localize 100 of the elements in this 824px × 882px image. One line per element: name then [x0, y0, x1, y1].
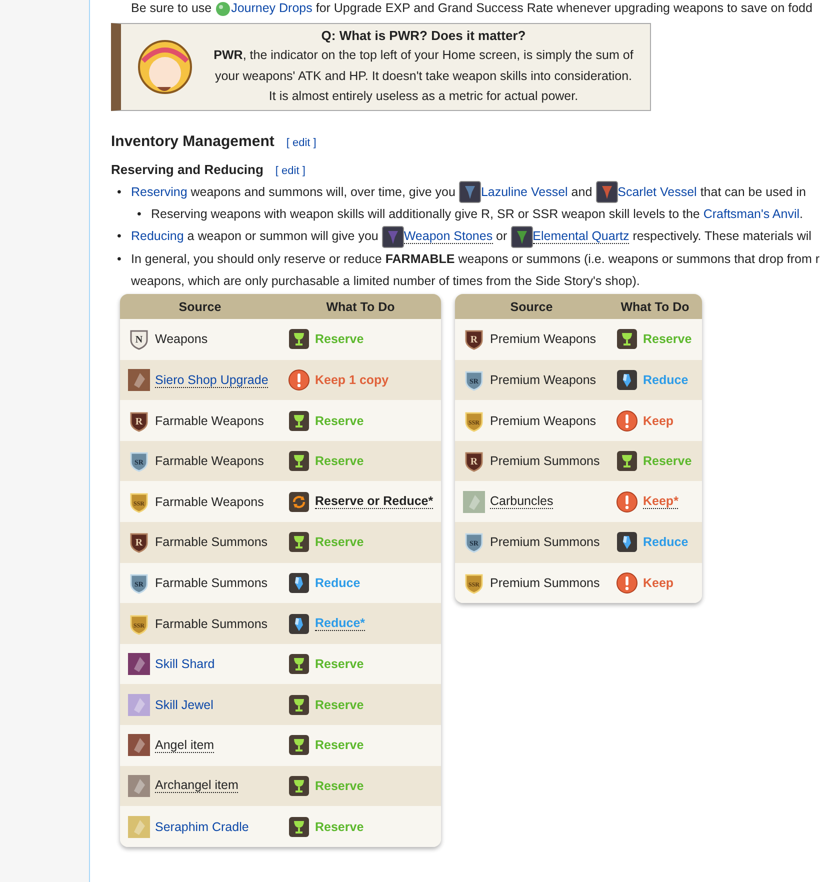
callout-title: Q: What is PWR? Does it matter?	[320, 27, 527, 46]
warning-icon	[616, 490, 638, 513]
edit-link[interactable]: [ edit ]	[286, 136, 316, 149]
item-icon	[128, 694, 150, 716]
source-text: Weapons	[155, 332, 208, 346]
column-header: What To Do	[325, 300, 396, 314]
item-icon	[458, 181, 481, 204]
action-text: Reduce	[643, 535, 688, 550]
crystal-icon	[616, 531, 638, 554]
bullet-text: Be sure to use Journey Drops for Upgrade EXP and Grand Success Rate whenever upgrading weapons to save on fodd	[130, 0, 814, 17]
warning-icon	[616, 572, 638, 594]
item-icon	[128, 816, 150, 838]
rarity-badge-icon: N	[128, 328, 150, 350]
action-text: Reserve	[315, 535, 364, 550]
action-text: Reserve	[315, 778, 364, 793]
bullet-marker: •	[117, 228, 122, 246]
action-text: Reserve	[643, 332, 692, 346]
item-icon	[596, 181, 618, 204]
cycle-icon	[288, 490, 310, 513]
section-heading: Inventory Management	[111, 132, 274, 150]
source-link[interactable]: Siero Shop Upgrade	[155, 372, 268, 388]
crystal-icon	[616, 369, 638, 391]
rarity-badge-icon: R	[463, 328, 485, 350]
link[interactable]: Craftsman's Anvil	[703, 207, 800, 222]
edit-link[interactable]: [ edit ]	[275, 164, 306, 177]
action-text: Reserve	[315, 657, 364, 672]
column-header: Source	[178, 300, 222, 314]
bullet-marker: •	[137, 206, 142, 224]
crystal-icon	[288, 572, 310, 594]
goblet-icon	[288, 450, 310, 472]
item-icon	[128, 653, 150, 676]
column-header: What To Do	[620, 300, 690, 314]
goblet-icon	[288, 816, 310, 838]
callout-text: PWR, the indicator on the top left of your Home screen, is simply the sum of	[212, 47, 634, 64]
item-icon	[128, 369, 150, 391]
source-text: Farmable Summons	[155, 616, 268, 631]
rarity-badge-icon: R	[128, 531, 150, 554]
source-tooltip[interactable]: Angel item	[155, 738, 214, 753]
rarity-badge-icon: R	[463, 450, 485, 472]
action-text: Reserve	[315, 414, 364, 428]
action-text: Reserve	[315, 738, 364, 752]
item-icon	[382, 226, 404, 248]
bullet-text: Reserving weapons and summons will, over time, give you Lazuline Vessel and Scarlet Vessel that can be used in	[131, 180, 806, 204]
source-text: Farmable Weapons	[155, 454, 264, 468]
goblet-icon	[288, 734, 310, 756]
callout-text: your weapons' ATK and HP. It doesn't take weapon skills into consideration.	[214, 68, 634, 85]
source-text: Premium Summons	[490, 576, 600, 590]
bullet-marker: •	[117, 184, 122, 201]
link[interactable]: Weapon Stones	[404, 229, 493, 244]
link[interactable]: Scarlet Vessel	[618, 184, 697, 199]
source-text: Farmable Summons	[155, 535, 268, 550]
action-text[interactable]: Reserve or Reduce*	[315, 494, 434, 510]
rarity-badge-icon: R	[128, 410, 150, 432]
link[interactable]: Elemental Quartz	[532, 229, 630, 244]
bullet-text: Reserving weapons with weapon skills will additionally give R, SR or SSR weapon skill levels to the Craftsman's Anvil.	[151, 206, 803, 224]
bullet-text: Reducing a weapon or summon will give you Weapon Stones or Elemental Quartz respectively. These materials wil	[131, 225, 812, 248]
action-text: Reserve	[315, 698, 364, 712]
source-text: Premium Weapons	[490, 414, 596, 428]
source-tooltip[interactable]: Carbuncles	[490, 494, 554, 510]
link[interactable]: Lazuline Vessel	[480, 184, 568, 199]
bullet-marker: •	[117, 251, 122, 268]
callout-text: It is almost entirely useless as a metric for actual power.	[268, 88, 580, 106]
source-text: Premium Summons	[490, 535, 600, 550]
item-icon	[128, 734, 150, 756]
action-text: Reserve	[315, 454, 364, 468]
source-text: Premium Weapons	[490, 373, 596, 387]
source-link[interactable]: Seraphim Cradle	[155, 820, 249, 834]
link[interactable]: Reducing	[131, 229, 184, 244]
column-header: Source	[509, 300, 554, 314]
bullet-text: In general, you should only reserve or reduce FARMABLE weapons or summons (i.e. weapons or summons that drop from r weapons, which are only purchasable a limited number of times from the Side Story's shop).	[131, 251, 820, 290]
action-text: Reserve	[315, 332, 364, 346]
item-icon	[510, 226, 533, 248]
action-text: Keep	[643, 414, 674, 428]
source-text: Farmable Summons	[155, 576, 268, 590]
link[interactable]: Reserving	[131, 184, 188, 199]
source-text: Premium Summons	[490, 454, 600, 468]
action-text: Keep	[643, 576, 674, 590]
item-icon	[463, 490, 485, 513]
goblet-icon	[288, 531, 310, 554]
goblet-icon	[288, 774, 310, 797]
crystal-icon	[288, 612, 310, 635]
source-text: Premium Weapons	[490, 332, 596, 346]
link[interactable]: Journey Drops	[231, 1, 312, 15]
item-icon	[128, 774, 150, 797]
warning-icon	[288, 369, 310, 391]
warning-icon	[616, 410, 638, 432]
goblet-icon	[288, 653, 310, 676]
action-text: Reduce	[643, 373, 688, 387]
goblet-icon	[288, 328, 310, 350]
action-text: Reserve	[643, 454, 692, 468]
subsection-heading: Reserving and Reducing	[111, 162, 264, 177]
goblet-icon	[288, 694, 310, 716]
goblet-icon	[616, 328, 638, 350]
goblet-icon	[616, 450, 638, 472]
action-text: Keep 1 copy	[315, 373, 389, 387]
source-text: Farmable Weapons	[155, 414, 264, 428]
source-tooltip[interactable]: Archangel item	[155, 778, 238, 794]
source-link[interactable]: Skill Jewel	[155, 698, 214, 712]
source-link[interactable]: Skill Shard	[155, 657, 215, 672]
action-text: Reduce	[315, 576, 360, 590]
